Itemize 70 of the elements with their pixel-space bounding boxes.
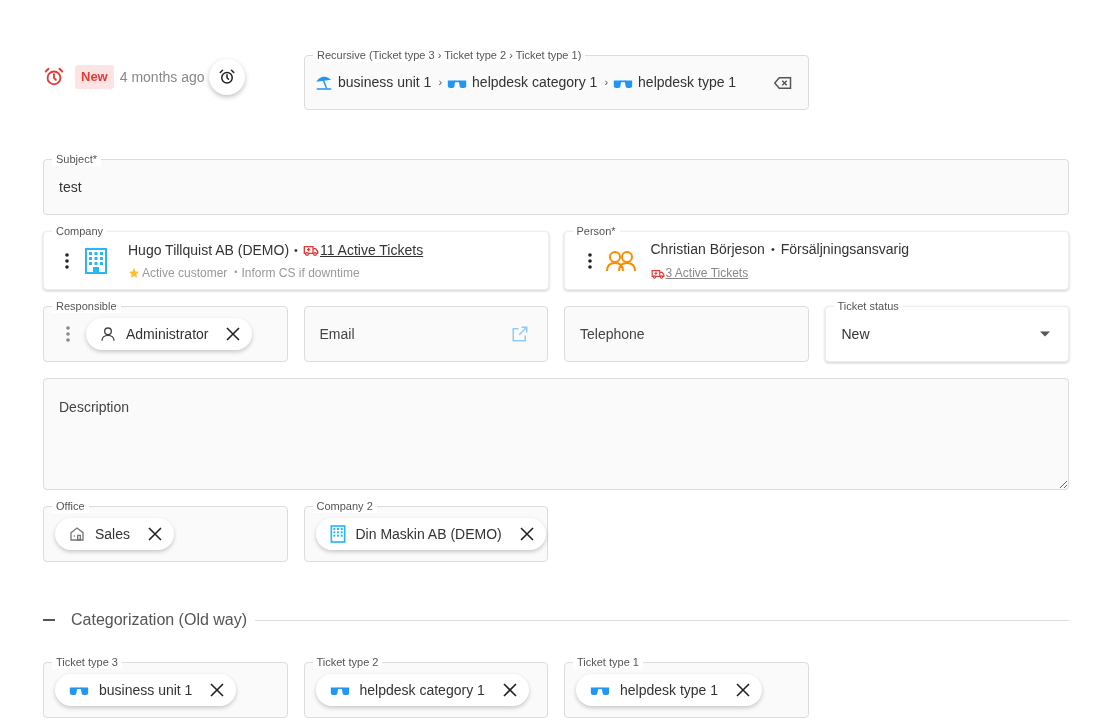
company-tag: Inform CS if downtime <box>241 263 360 282</box>
field-label: Subject* <box>52 152 101 166</box>
person-icon <box>100 326 116 342</box>
person-name: Christian Börjeson <box>650 240 765 259</box>
close-icon[interactable] <box>148 527 163 541</box>
field-label: Person* <box>572 224 620 238</box>
separator-dot: • <box>294 242 298 258</box>
dropdown-caret-icon[interactable] <box>1040 331 1050 337</box>
field-label: Responsible <box>52 299 121 313</box>
house-icon <box>69 526 85 542</box>
building-icon <box>84 247 108 274</box>
chip-label: helpdesk category 1 <box>359 680 485 700</box>
field-label: Ticket type 1 <box>573 655 643 669</box>
breadcrumb-item: helpdesk type 1 <box>638 73 737 92</box>
tag-chip[interactable]: Sales <box>55 518 175 550</box>
tag-chip[interactable]: Din Maskin AB (DEMO) <box>315 518 546 550</box>
close-icon[interactable] <box>736 683 751 697</box>
ambulance-icon <box>302 244 319 256</box>
alarm-clock-icon <box>43 66 65 88</box>
status-badge: New <box>75 65 114 89</box>
more-options-icon[interactable] <box>587 252 592 269</box>
description-field[interactable]: Description <box>43 378 1069 490</box>
clear-icon[interactable] <box>774 75 792 90</box>
company-name: Hugo Tillquist AB (DEMO) <box>128 240 290 260</box>
field-label: Company <box>52 224 108 238</box>
alarm-clock-icon <box>217 68 236 86</box>
telephone-field[interactable]: Telephone <box>564 306 809 362</box>
people-icon <box>605 249 636 272</box>
star-icon <box>128 266 140 279</box>
more-options-icon[interactable] <box>65 252 69 269</box>
field-label: Ticket status <box>833 299 903 313</box>
tag-chip[interactable]: helpdesk category 1 <box>315 674 529 706</box>
field-label: Recursive (Ticket type 3 › Ticket type 2 › Ticket type 1) <box>313 48 586 62</box>
email-field[interactable]: Email <box>303 306 548 362</box>
field-label: Company 2 <box>312 499 377 513</box>
separator-dot: • <box>234 265 238 279</box>
breadcrumb-separator: › <box>604 75 609 91</box>
drag-handle-icon[interactable] <box>66 326 70 342</box>
ambulance-icon <box>650 267 665 279</box>
close-icon[interactable] <box>519 527 534 541</box>
field-value: test <box>59 177 82 197</box>
active-tickets-link[interactable]: 11 Active Tickets <box>319 239 424 261</box>
field-placeholder: Telephone <box>580 324 645 344</box>
close-icon[interactable] <box>226 327 241 341</box>
time-ago: 4 months ago <box>119 67 205 87</box>
company-tag: Active customer <box>142 263 228 282</box>
chip-label: Administrator <box>126 324 209 344</box>
chip-label: Din Maskin AB (DEMO) <box>355 524 502 544</box>
tag-chip[interactable]: Administrator <box>86 318 253 350</box>
tag-chip[interactable]: helpdesk type 1 <box>576 674 763 706</box>
field-label: Office <box>52 499 89 513</box>
field-label: Ticket type 3 <box>52 655 122 669</box>
chip-label: business unit 1 <box>99 680 193 700</box>
person-role: Försäljningsansvarig <box>780 240 910 259</box>
building-icon <box>329 525 346 543</box>
breadcrumb-separator: › <box>438 75 443 91</box>
active-tickets-link[interactable]: 3 Active Tickets <box>665 264 749 282</box>
field-placeholder: Email <box>319 324 355 344</box>
close-icon[interactable] <box>502 683 517 697</box>
tag-chip[interactable]: business unit 1 <box>55 674 237 706</box>
breadcrumb-item: business unit 1 <box>338 73 432 92</box>
close-icon[interactable] <box>210 683 225 697</box>
chip-label: helpdesk type 1 <box>620 680 719 700</box>
select-value: New <box>841 324 870 344</box>
breadcrumb-item: helpdesk category 1 <box>472 73 598 92</box>
section-title: Categorization (Old way) <box>71 610 248 630</box>
chip-label: Sales <box>95 524 131 544</box>
field-label: Ticket type 2 <box>312 655 383 669</box>
reminder-button[interactable] <box>208 59 245 95</box>
separator-dot: • <box>770 242 775 258</box>
